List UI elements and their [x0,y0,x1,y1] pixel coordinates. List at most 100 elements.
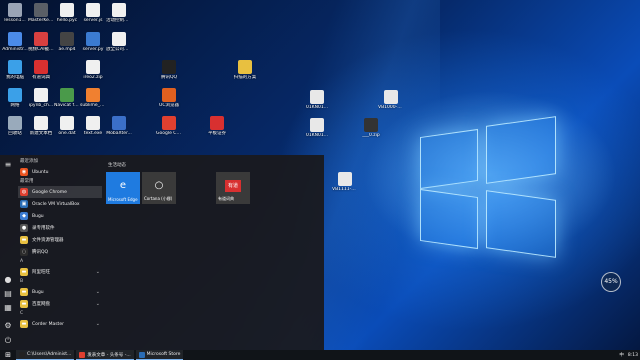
desktop-icon[interactable]: text.exe [80,116,106,136]
menu-icon[interactable]: ≡ [3,160,13,170]
app-list-item[interactable]: ◆ Bugu [18,210,102,222]
app-list-item[interactable]: ▬ 百度网盘 ⌄ [18,298,102,310]
app-list-section-header[interactable]: C [18,310,102,318]
app-icon: ▬ [20,320,28,328]
desktop-icon[interactable]: ipynb_ch... [28,88,54,108]
desktop-icon-label: Administr... [2,47,28,52]
desktop-icon[interactable]: 01KN01... [304,90,330,110]
desktop-icon[interactable]: lesson1... [2,3,28,23]
app-list-item[interactable]: ▬ Corder Master ⌄ [18,318,102,330]
desktop-icon[interactable]: server.js [80,3,106,23]
app-list-item-label: Bugu [32,213,44,219]
tiles-group-title: 生活动态 [108,163,126,168]
desktop-icon[interactable]: 新建文本档 [28,116,54,136]
app-icon [79,351,86,358]
desktop-icon[interactable]: server.py [80,32,106,52]
app-list-section-header[interactable]: 最近添加 [18,158,102,166]
desktop-icon[interactable]: 回收站 [2,116,28,136]
desktop-icon[interactable]: Administr... [2,32,28,52]
app-list-section-header[interactable]: 最常用 [18,178,102,186]
power-icon[interactable]: ⏻ [3,336,13,346]
system-tray: 中 8:13 [617,350,640,360]
app-icon: ◉ [20,168,28,176]
desktop-icon[interactable]: 我的电脑 [2,60,28,80]
folder-icon [238,60,252,74]
desktop-icon[interactable]: Google Chrome [156,116,182,136]
app-list-item[interactable]: ▬ 文件资源管理器 [18,234,102,246]
desktop-icon[interactable]: VB1000-5... [378,90,404,110]
zip-icon [86,60,100,74]
app-icon: ◌ [20,248,28,256]
tile-icon: e [119,180,127,191]
tile-label: Microsoft Edge [108,197,138,202]
desktop-icon-label: 网络 [10,103,20,108]
app-icon: ● [20,224,28,232]
file-icon [310,118,324,132]
app-list-item-label: 阿里旺旺 [32,270,50,275]
app-list-item-label: 录专用软件 [32,226,55,231]
desktop-icon[interactable]: ___0.zip [358,118,384,138]
file-icon [86,116,100,130]
document-icon[interactable]: ▤ [3,289,13,299]
desktop-icon[interactable]: 平板证券 [204,116,230,136]
desktop-icon[interactable]: 活动控制多部件操作的 [106,3,132,23]
desktop-icon[interactable]: Navicat for MySQL [54,88,80,108]
start-tile[interactable]: 有道 有道词典 [216,172,250,204]
zip-icon [364,118,378,132]
app-list-item[interactable]: ▣ Oracle VM VirtualBox [18,198,102,210]
desktop-icon[interactable]: MobaXter... [106,116,132,136]
desktop-icon[interactable]: 视频CAI截图.exe [28,32,54,52]
app-icon [86,88,100,102]
taskbar-button-label: 发表文章 - 头条号 -... [87,352,131,358]
app-list-section-header[interactable]: A [18,258,102,266]
percent-badge[interactable]: 45% [601,272,621,292]
file-icon [8,3,22,17]
desktop-icon[interactable]: 有道词典 [28,60,54,80]
user-icon[interactable]: ● [3,275,13,285]
app-icon: ▬ [20,288,28,296]
desktop-icon[interactable]: 01KN01... [304,118,330,138]
desktop-icon[interactable]: 网络 [2,88,28,108]
video-icon [60,32,74,46]
desktop-icon[interactable]: 放全公司总体.txt [106,32,132,52]
app-list-item[interactable]: ◌ 腾讯QQ [18,246,102,258]
app-icon: ◍ [20,188,28,196]
start-tile[interactable]: ○ Cortana (小娜) [142,172,176,204]
recycle-bin-icon [8,116,22,130]
start-tile[interactable]: e Microsoft Edge [106,172,140,204]
desktop-icon[interactable]: hello.pyc [54,3,80,23]
start-app-list: 最近添加 ◉ Ubuntu 最常用 ◍ Google Chrome ▣ Oracle VM V… [18,158,102,348]
taskbar-button[interactable]: Microsoft Store [135,350,184,360]
clock[interactable]: 8:13 [628,353,638,358]
desktop-icon[interactable]: ireo2.zip [80,60,106,80]
desktop-icon[interactable]: VB1111-1... [332,172,358,192]
app-list-item[interactable]: ▬ Bugu ⌄ [18,286,102,298]
desktop-icon-label: text.exe [83,131,103,136]
ime-indicator[interactable]: 中 [619,352,624,358]
app-list-section-header[interactable]: B [18,278,102,286]
file-icon [112,3,126,17]
desktop-icon[interactable]: MasterKeys Pro S [28,3,54,23]
app-list-item-label: Oracle VM VirtualBox [32,201,80,207]
taskbar-button[interactable]: 发表文章 - 头条号 -... [76,350,134,360]
desktop-icon[interactable]: one.dat [54,116,80,136]
taskbar-button[interactable]: C:\Users\Administ... [16,350,75,360]
start-button[interactable]: ⊞ [0,350,16,360]
app-list-item[interactable]: ▬ 阿里旺旺 ⌄ [18,266,102,278]
pictures-icon[interactable]: ▦ [3,303,13,313]
app-list-item-label: 百度网盘 [32,302,50,307]
desktop-icon-label: 有道词典 [32,75,50,80]
app-list-item[interactable]: ◍ Google Chrome [18,186,102,198]
desktop-icon[interactable]: 扫描的方案 [232,60,258,80]
app-list-item[interactable]: ● 录专用软件 [18,222,102,234]
settings-icon[interactable]: ⚙ [3,321,13,331]
desktop-icon[interactable]: 腾讯QQ [156,60,182,80]
desktop-icon[interactable]: ae.mp4 [54,32,80,52]
desktop-icon[interactable]: sublime_te... [80,88,106,108]
desktop-icon-label: 活动控制多部件操作的 [106,18,132,23]
app-list-item[interactable]: ◉ Ubuntu [18,166,102,178]
app-icon [112,116,126,130]
desktop-icon-label: sublime_te... [80,103,106,108]
chevron-down-icon: ⌄ [95,301,100,307]
desktop-icon[interactable]: UC浏览器 [156,88,182,108]
